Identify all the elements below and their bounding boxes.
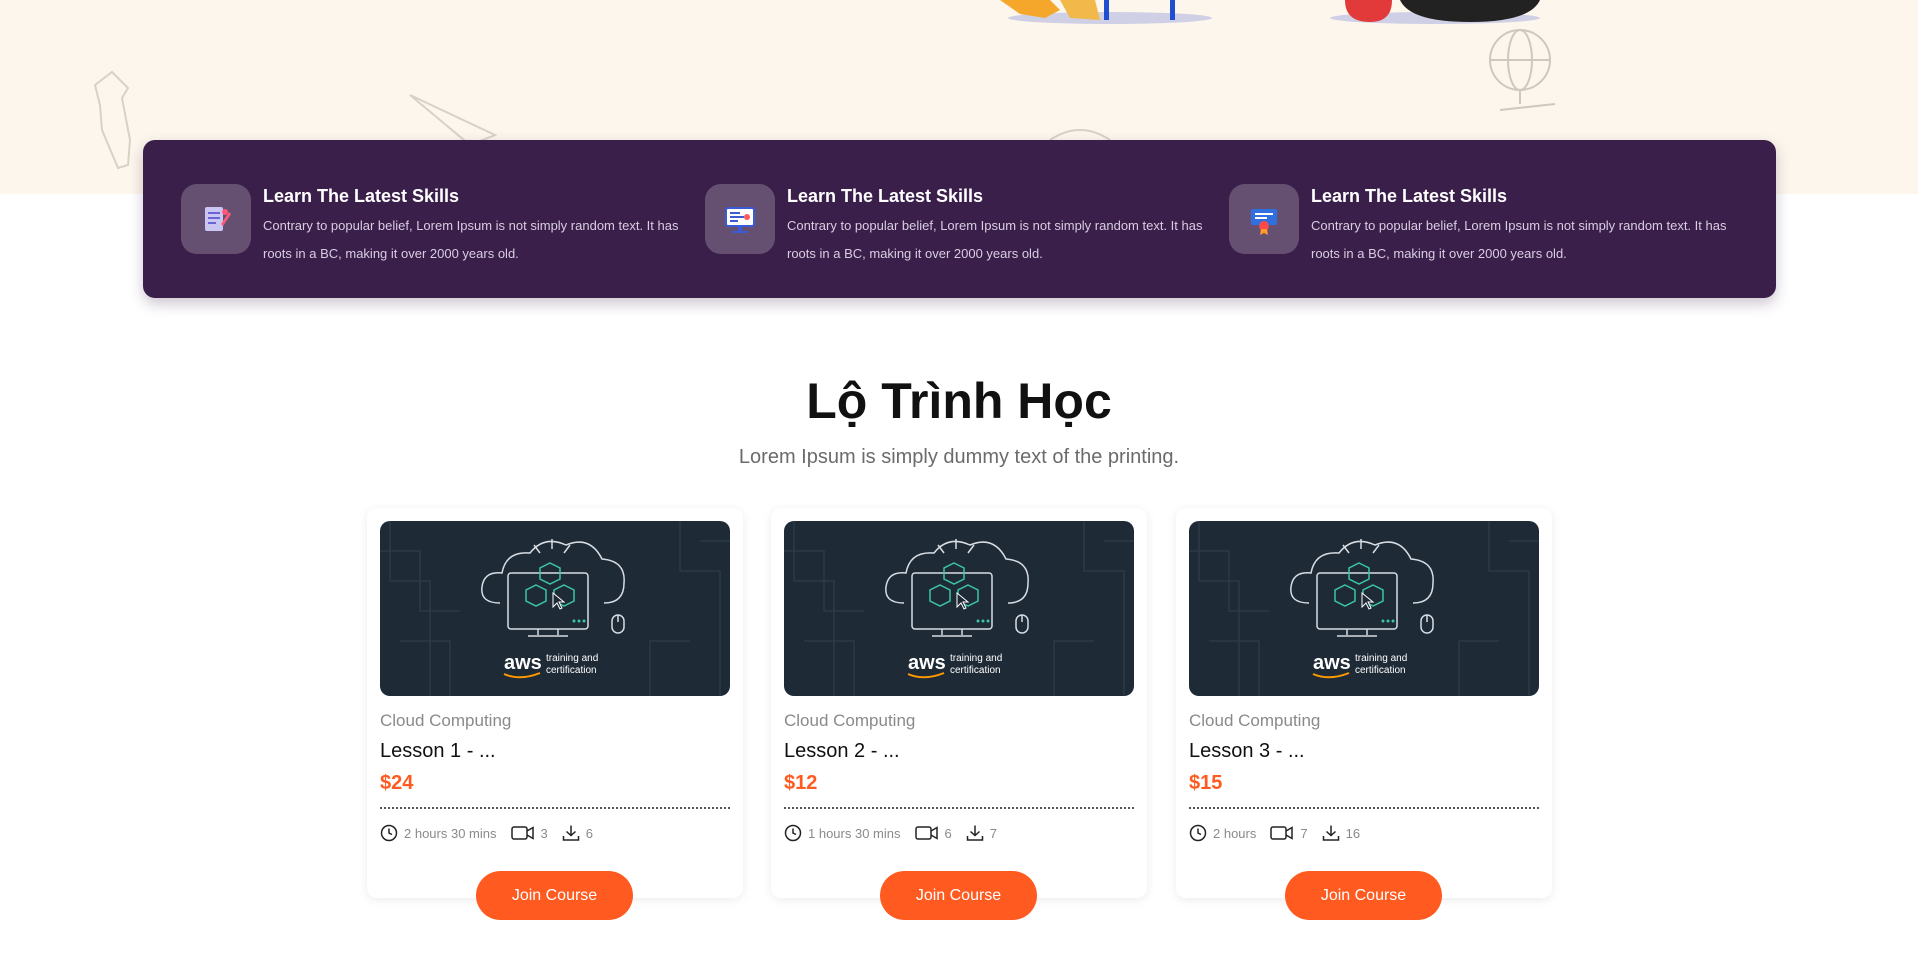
downloads-item: 6 <box>562 824 593 842</box>
download-icon <box>562 825 579 841</box>
course-title[interactable]: Lesson 3 - ... <box>1189 740 1305 763</box>
feature-item: Learn The Latest Skills Contrary to popu… <box>667 184 1202 264</box>
join-course-button[interactable]: Join Course <box>1285 871 1442 920</box>
course-thumbnail[interactable]: aws training and certification <box>1189 521 1539 696</box>
course-meta: 2 hours 30 mins 3 6 <box>380 821 607 845</box>
course-thumbnail[interactable]: aws training and certification <box>380 521 730 696</box>
videos-item: 3 <box>510 824 548 842</box>
feature-title: Learn The Latest Skills <box>787 186 984 206</box>
section-title: Lộ Trình Học <box>806 373 1112 429</box>
duration-item: 1 hours 30 mins <box>784 824 901 842</box>
video-camera-icon <box>1270 826 1294 840</box>
video-camera-icon <box>510 826 534 840</box>
course-title[interactable]: Lesson 1 - ... <box>380 740 496 763</box>
downloads-item: 16 <box>1322 824 1360 842</box>
course-price: $24 <box>380 772 414 794</box>
download-icon <box>1322 825 1339 841</box>
videos-item: 6 <box>914 824 952 842</box>
course-card[interactable]: aws training and certification Cloud Com… <box>1176 508 1552 920</box>
feature-description: Contrary to popular belief, Lorem Ipsum … <box>1311 218 1727 261</box>
duration-item: 2 hours <box>1189 824 1256 842</box>
thumbnail-caption: certification <box>950 665 1001 676</box>
feature-description: Contrary to popular belief, Lorem Ipsum … <box>263 218 679 261</box>
join-course-button[interactable]: Join Course <box>476 871 633 920</box>
videos-item: 7 <box>1270 824 1308 842</box>
duration-item: 2 hours 30 mins <box>380 824 497 842</box>
course-price: $15 <box>1189 772 1223 794</box>
thumbnail-caption: certification <box>1355 665 1406 676</box>
presentation-board-icon <box>705 184 775 254</box>
downloads-item: 7 <box>966 824 997 842</box>
duration-text: 2 hours 30 mins <box>404 825 497 841</box>
course-thumbnail[interactable]: aws training and certification <box>784 521 1134 696</box>
downloads-count: 6 <box>585 825 593 841</box>
videos-count: 3 <box>540 825 548 841</box>
clock-icon <box>784 824 802 842</box>
certificate-icon <box>1229 184 1299 254</box>
course-card[interactable]: aws training and certification Cloud Com… <box>367 508 743 920</box>
feature-item: Learn The Latest Skills Contrary to popu… <box>143 184 678 264</box>
card-divider <box>1189 807 1539 809</box>
download-icon <box>966 825 983 841</box>
course-meta: 2 hours 7 16 <box>1189 821 1374 845</box>
document-pen-icon <box>181 184 251 254</box>
duration-text: 2 hours <box>1213 825 1257 841</box>
video-camera-icon <box>914 826 938 840</box>
thumbnail-caption: training and <box>1355 653 1407 664</box>
course-title[interactable]: Lesson 2 - ... <box>784 740 900 763</box>
feature-title: Learn The Latest Skills <box>263 186 460 206</box>
course-category: Cloud Computing <box>784 711 916 730</box>
card-divider <box>380 807 730 809</box>
section-subtitle: Lorem Ipsum is simply dummy text of the … <box>738 446 1180 468</box>
course-category: Cloud Computing <box>380 711 512 730</box>
aws-logo-text: aws <box>1313 652 1351 674</box>
clock-icon <box>380 824 398 842</box>
downloads-count: 7 <box>989 825 997 841</box>
aws-logo-text: aws <box>908 652 946 674</box>
card-divider <box>784 807 1134 809</box>
course-category: Cloud Computing <box>1189 711 1321 730</box>
thumbnail-caption: training and <box>950 653 1002 664</box>
features-banner: Learn The Latest Skills Contrary to popu… <box>143 140 1776 298</box>
feature-description: Contrary to popular belief, Lorem Ipsum … <box>787 218 1203 261</box>
course-card[interactable]: aws training and certification Cloud Com… <box>771 508 1147 920</box>
thumbnail-caption: training and <box>546 653 598 664</box>
feature-item: Learn The Latest Skills Contrary to popu… <box>1191 184 1726 264</box>
thumbnail-caption: certification <box>546 665 597 676</box>
downloads-count: 16 <box>1345 825 1361 841</box>
aws-logo-text: aws <box>504 652 542 674</box>
feature-title: Learn The Latest Skills <box>1311 186 1508 206</box>
clock-icon <box>1189 824 1207 842</box>
course-meta: 1 hours 30 mins 6 7 <box>784 821 1011 845</box>
course-price: $12 <box>784 772 818 794</box>
videos-count: 6 <box>944 825 952 841</box>
duration-text: 1 hours 30 mins <box>808 825 901 841</box>
videos-count: 7 <box>1300 825 1308 841</box>
join-course-button[interactable]: Join Course <box>880 871 1037 920</box>
